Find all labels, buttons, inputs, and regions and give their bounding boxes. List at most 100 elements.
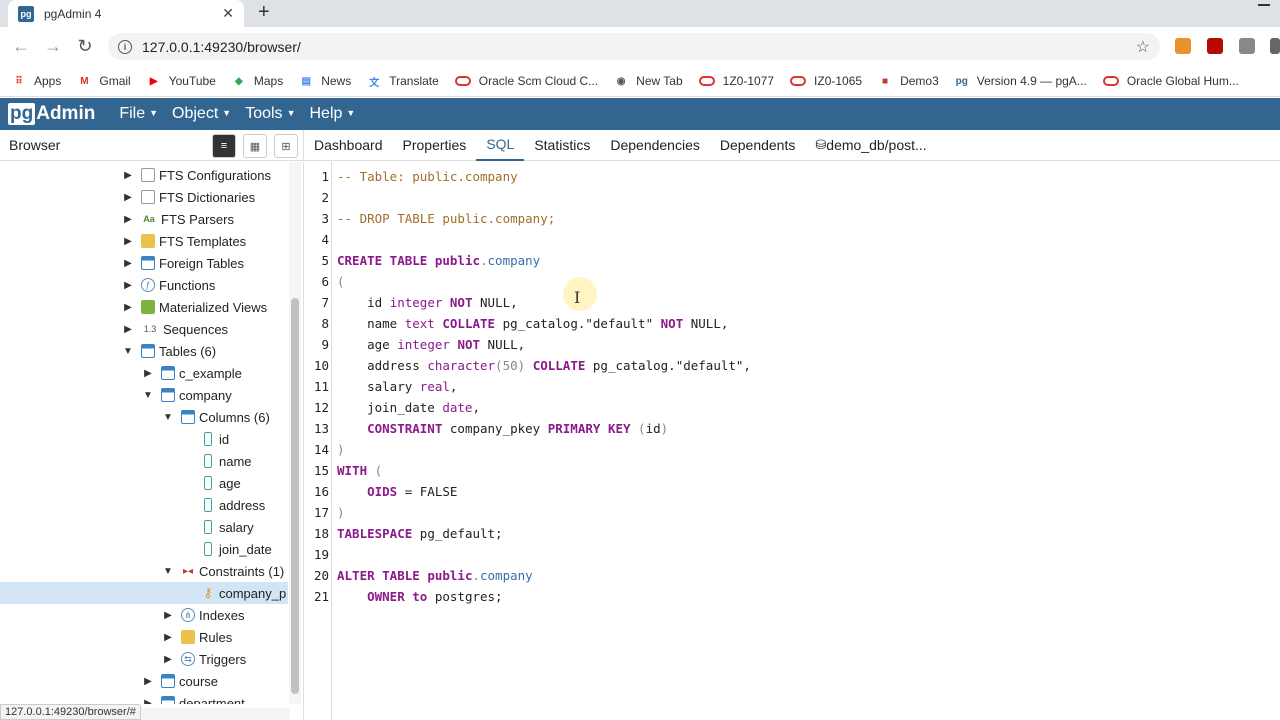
tree-node[interactable]: ▶ Materialized Views <box>121 296 267 318</box>
chevron-right-icon[interactable]: ▶ <box>121 192 135 203</box>
bookmark-item[interactable]: 文 Translate <box>367 74 439 89</box>
forward-icon[interactable]: → <box>42 36 64 57</box>
tree-node[interactable]: ▶ Rules <box>161 626 232 648</box>
chevron-right-icon[interactable]: ▶ <box>121 302 135 313</box>
extension-icon[interactable] <box>1239 38 1255 54</box>
bookmark-item[interactable]: pg Version 4.9 — pgA... <box>955 74 1087 88</box>
bookmark-label: Demo3 <box>900 74 939 88</box>
address-bar[interactable]: i 127.0.0.1:49230/browser/ ☆ <box>108 33 1160 60</box>
back-icon[interactable]: ← <box>10 36 32 57</box>
tree-node[interactable]: ▶ department <box>141 692 245 704</box>
code-token: ALTER TABLE <box>337 568 428 583</box>
tab-dashboard[interactable]: Dashboard <box>304 130 393 161</box>
tree-node[interactable]: ▶ Aa FTS Parsers <box>121 208 234 230</box>
chevron-right-icon[interactable]: ▶ <box>121 280 135 291</box>
query-tool-icon[interactable]: ≡ <box>212 134 236 158</box>
menu-file[interactable]: File ▼ <box>119 105 158 123</box>
tab-demo-db-post[interactable]: ⛁ demo_db/post... <box>805 130 936 161</box>
bookmark-item[interactable]: ▤ News <box>299 74 351 88</box>
bookmark-item[interactable]: ▶ YouTube <box>147 74 216 88</box>
bookmark-label: Gmail <box>99 74 131 88</box>
bookmark-item[interactable]: Oracle Global Hum... <box>1102 74 1239 88</box>
filter-rows-icon[interactable]: ⊞ <box>274 134 298 158</box>
menu-label: Help <box>309 105 343 122</box>
bookmark-item[interactable]: ⠿ Apps <box>12 74 61 88</box>
chevron-right-icon[interactable]: ▶ <box>121 236 135 247</box>
tree-node[interactable]: id <box>181 428 229 450</box>
view-data-icon[interactable]: ▦ <box>243 134 267 158</box>
tree-node[interactable]: age <box>181 472 241 494</box>
sql-editor[interactable]: 1 -- Table: public.company 2 3 -- DROP TABLE… <box>303 162 1280 720</box>
tree-node[interactable]: address <box>181 494 265 516</box>
pdf-extension-icon[interactable] <box>1207 38 1223 54</box>
bookmark-item[interactable]: ◆ Maps <box>232 74 283 88</box>
tree-node[interactable]: ▼ Tables (6) <box>121 340 216 362</box>
bookmark-item[interactable]: 1Z0-1077 <box>698 74 774 88</box>
bookmark-label: Translate <box>389 74 439 88</box>
tree-node[interactable]: salary <box>181 516 254 538</box>
chevron-right-icon[interactable]: ▶ <box>161 610 175 621</box>
menu-tools[interactable]: Tools ▼ <box>245 105 295 123</box>
menu-object[interactable]: Object ▼ <box>172 105 231 123</box>
site-info-icon[interactable]: i <box>118 39 132 54</box>
tree-node[interactable]: ▶ course <box>141 670 218 692</box>
table-icon <box>161 696 175 704</box>
tree-node[interactable]: ▶ Foreign Tables <box>121 252 244 274</box>
code-token: ( <box>638 421 646 436</box>
tab-properties[interactable]: Properties <box>393 130 477 161</box>
tab-statistics[interactable]: Statistics <box>524 130 600 161</box>
tree-node[interactable]: ▶ ⋔ Indexes <box>161 604 244 626</box>
tree-node[interactable]: ▶ ƒ Functions <box>121 274 215 296</box>
extension-icon[interactable] <box>1175 38 1191 54</box>
tab-dependents[interactable]: Dependents <box>710 130 806 161</box>
code-token: WITH <box>337 463 375 478</box>
browser-tab[interactable]: pg pgAdmin 4 ✕ <box>8 0 244 27</box>
tree-node[interactable]: name <box>181 450 252 472</box>
chevron-down-icon[interactable]: ▼ <box>161 566 175 577</box>
tree-node[interactable]: ▼ ▸◂ Constraints (1) <box>161 560 284 582</box>
tree-node[interactable]: ▶ FTS Dictionaries <box>121 186 255 208</box>
bookmark-item[interactable]: ■ Demo3 <box>878 74 939 88</box>
bookmark-star-icon[interactable]: ☆ <box>1136 37 1150 57</box>
tree-node[interactable]: ⚷ company_p <box>0 582 288 604</box>
chevron-right-icon[interactable]: ▶ <box>121 170 135 181</box>
extension-icon[interactable] <box>1270 38 1280 54</box>
close-tab-icon[interactable]: ✕ <box>222 5 234 22</box>
chevron-down-icon[interactable]: ▼ <box>121 346 135 357</box>
chevron-right-icon[interactable]: ▶ <box>161 654 175 665</box>
tree-node[interactable]: ▼ company <box>141 384 232 406</box>
tab-dependencies[interactable]: Dependencies <box>600 130 710 161</box>
tab-label: Dependencies <box>610 137 700 153</box>
scrollbar-thumb[interactable] <box>291 298 299 694</box>
line-number: 8 <box>321 316 329 331</box>
chevron-right-icon[interactable]: ▶ <box>121 258 135 269</box>
reload-icon[interactable]: ↻ <box>74 36 96 57</box>
chevron-right-icon[interactable]: ▶ <box>121 324 135 335</box>
tree-vertical-scrollbar[interactable] <box>289 162 301 704</box>
chevron-right-icon[interactable]: ▶ <box>141 676 155 687</box>
bookmark-item[interactable]: ◉ New Tab <box>614 74 683 88</box>
chevron-down-icon[interactable]: ▼ <box>141 390 155 401</box>
tree-node[interactable]: join_date <box>181 538 272 560</box>
code-text: TABLESPACE pg_default; <box>337 526 503 541</box>
bookmark-item[interactable]: Oracle Scm Cloud C... <box>454 74 598 88</box>
tree-node[interactable]: ▶ FTS Configurations <box>121 164 271 186</box>
tab-sql[interactable]: SQL <box>476 130 525 161</box>
chevron-right-icon[interactable]: ▶ <box>121 214 135 225</box>
chevron-right-icon[interactable]: ▶ <box>141 698 155 705</box>
tree-node[interactable]: ▶ 1.3 Sequences <box>121 318 228 340</box>
bookmark-item[interactable]: IZ0-1065 <box>790 74 862 88</box>
new-tab-icon[interactable]: + <box>258 2 270 22</box>
tree-node[interactable]: ▶ FTS Templates <box>121 230 246 252</box>
minimize-icon[interactable] <box>1258 4 1270 6</box>
bookmarks-bar: ⠿ Apps M Gmail ▶ YouTube ◆ Maps ▤ News 文 Translate O… <box>0 66 1280 97</box>
chevron-down-icon[interactable]: ▼ <box>161 412 175 423</box>
chevron-right-icon[interactable]: ▶ <box>161 632 175 643</box>
tree-node[interactable]: ▶ c_example <box>141 362 242 384</box>
tree-node[interactable]: ▶ ⇆ Triggers <box>161 648 246 670</box>
chevron-right-icon[interactable]: ▶ <box>141 368 155 379</box>
tree-node[interactable]: ▼ Columns (6) <box>161 406 270 428</box>
menu-help[interactable]: Help ▼ <box>309 105 355 123</box>
bookmark-item[interactable]: M Gmail <box>77 74 131 88</box>
tree-node-label: FTS Configurations <box>159 167 271 183</box>
